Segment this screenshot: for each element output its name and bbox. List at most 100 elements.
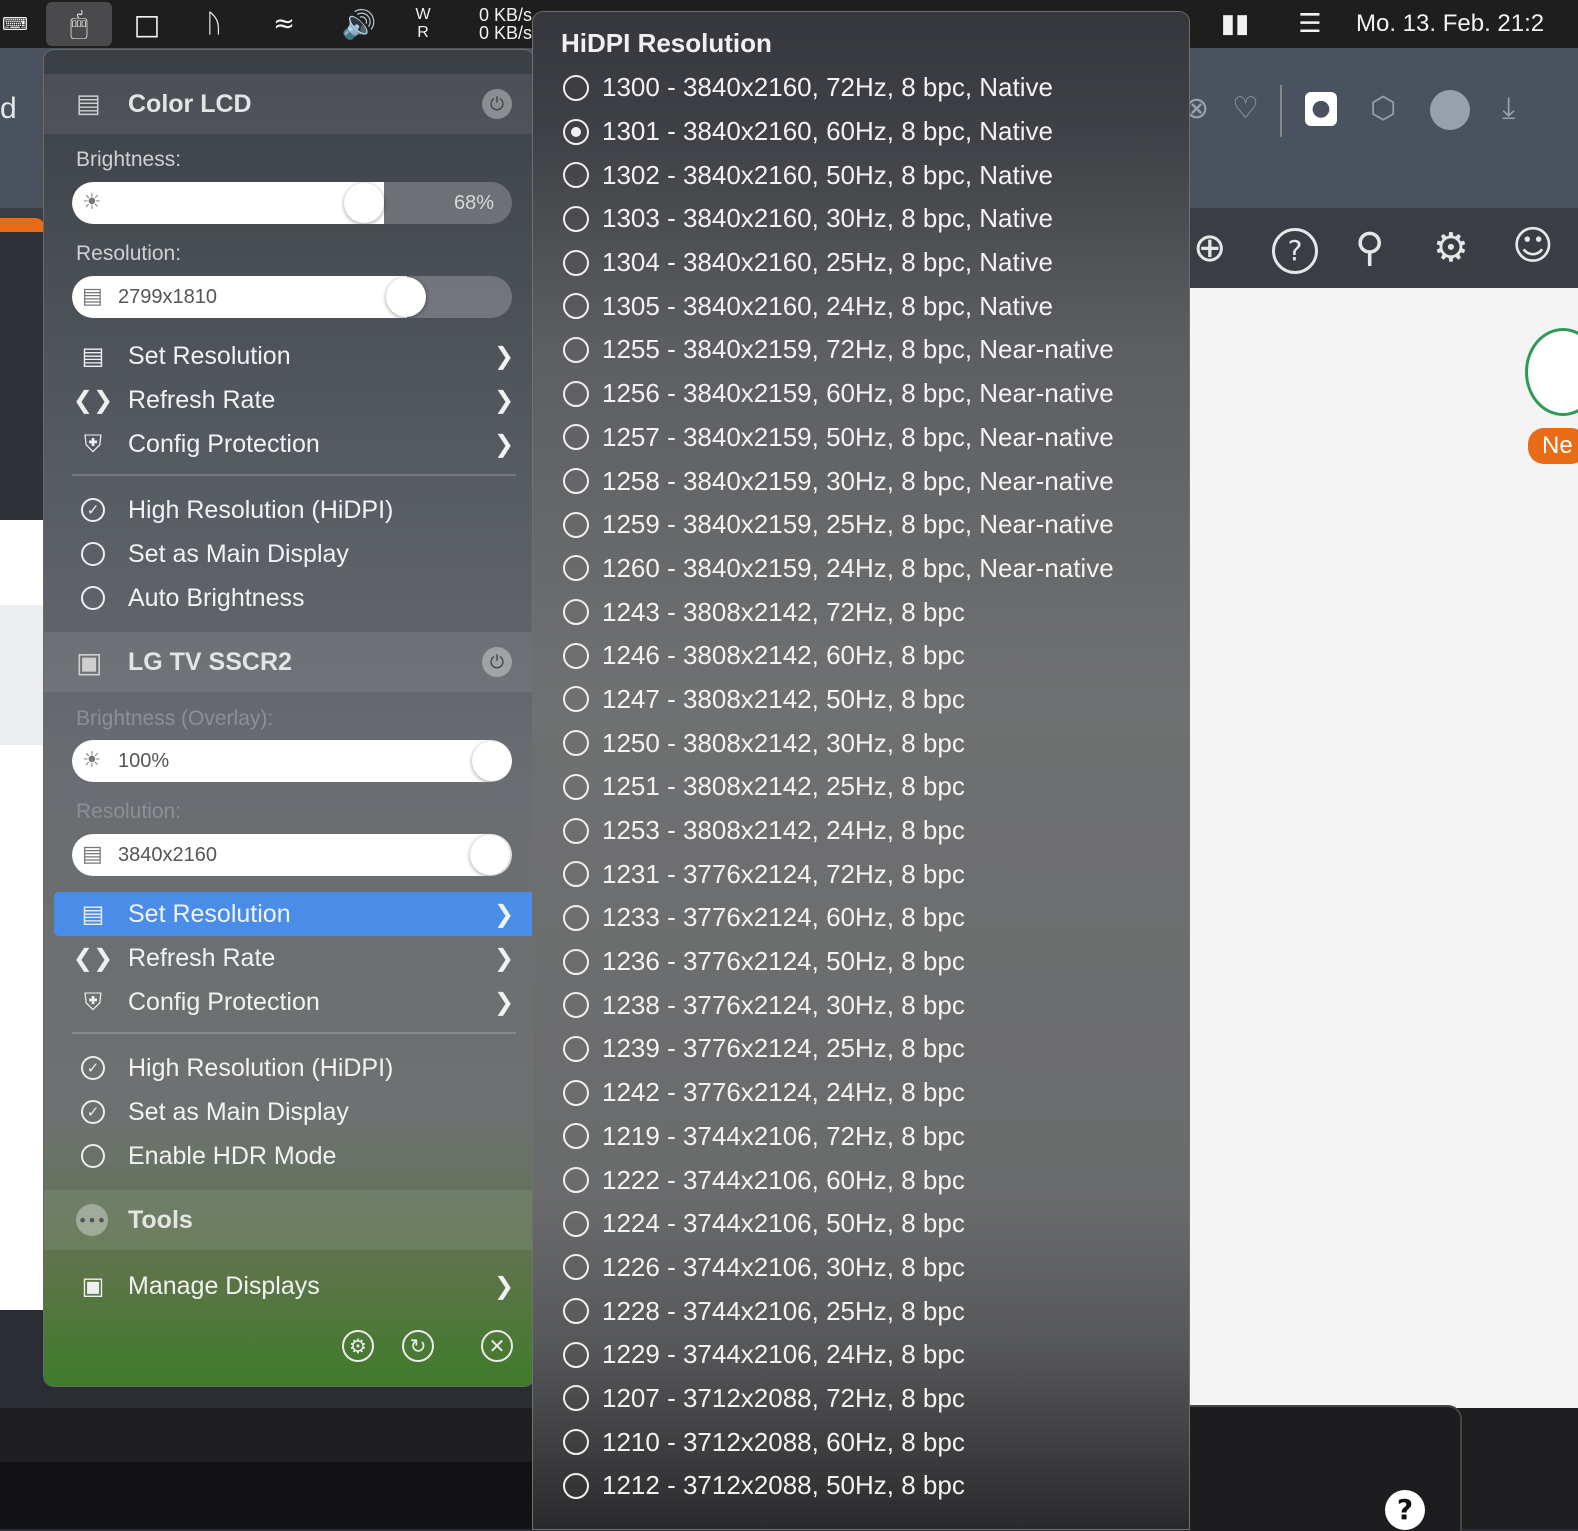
toggle-hidpi[interactable]: ✓ High Resolution (HiDPI) <box>54 1046 532 1090</box>
monitor-icon[interactable]: □ <box>124 0 170 48</box>
resolution-option[interactable]: 1233 - 3776x2124, 60Hz, 8 bpc <box>533 896 1189 940</box>
resolution-option[interactable]: 1222 - 3744x2106, 60Hz, 8 bpc <box>533 1158 1189 1202</box>
heart-icon[interactable]: ♡ <box>1232 94 1259 124</box>
resolution-option[interactable]: 1228 - 3744x2106, 25Hz, 8 bpc <box>533 1289 1189 1333</box>
resolution-option[interactable]: 1259 - 3840x2159, 25Hz, 8 bpc, Near-nati… <box>533 503 1189 547</box>
resolution-option[interactable]: 1238 - 3776x2124, 30Hz, 8 bpc <box>533 983 1189 1027</box>
resolution-option[interactable]: 1210 - 3712x2088, 60Hz, 8 bpc <box>533 1420 1189 1464</box>
help-button[interactable]: ? <box>1385 1490 1425 1530</box>
resolution-option[interactable]: 1247 - 3808x2142, 50Hz, 8 bpc <box>533 678 1189 722</box>
radio-icon <box>563 1341 589 1368</box>
quit-icon[interactable]: ✕ <box>481 1330 513 1362</box>
help-icon[interactable]: ? <box>1272 228 1318 274</box>
password-manager-icon[interactable]: ● <box>1305 92 1337 126</box>
resolution-option[interactable]: 1246 - 3808x2142, 60Hz, 8 bpc <box>533 634 1189 678</box>
resolution-option[interactable]: 1305 - 3840x2160, 24Hz, 8 bpc, Native <box>533 284 1189 328</box>
control-center-icon[interactable]: ☰ <box>1290 0 1330 48</box>
refresh-rate-item[interactable]: ❮❯ Refresh Rate ❯ <box>54 936 532 980</box>
bluetooth-icon[interactable]: ᚢ <box>196 0 232 48</box>
resolution-option[interactable]: 1243 - 3808x2142, 72Hz, 8 bpc <box>533 590 1189 634</box>
checkmark: ✓ <box>81 1100 105 1124</box>
menu-label: Refresh Rate <box>128 385 276 414</box>
resolution-option-label: 1236 - 3776x2124, 50Hz, 8 bpc <box>602 946 965 977</box>
radio-icon <box>563 686 589 713</box>
slider-knob[interactable] <box>470 835 510 875</box>
clock[interactable]: Mo. 13. Feb. 21:2 <box>1356 0 1578 48</box>
cube-icon[interactable]: ⬡ <box>1370 94 1396 124</box>
resolution-option[interactable]: 1231 - 3776x2124, 72Hz, 8 bpc <box>533 852 1189 896</box>
resolution-option[interactable]: 1236 - 3776x2124, 50Hz, 8 bpc <box>533 940 1189 984</box>
gear-icon[interactable]: ⚙ <box>1433 228 1469 268</box>
set-resolution-item[interactable]: ▤ Set Resolution ❯ <box>54 892 532 936</box>
brightness-slider[interactable]: ☀ 100% <box>72 740 512 782</box>
set-resolution-item[interactable]: ▤ Set Resolution ❯ <box>54 334 532 378</box>
volume-icon[interactable]: 🔊 <box>336 0 382 48</box>
resolution-option-label: 1300 - 3840x2160, 72Hz, 8 bpc, Native <box>602 72 1053 103</box>
laptop-icon: ▤ <box>76 89 101 119</box>
resolution-option[interactable]: 1301 - 3840x2160, 60Hz, 8 bpc, Native <box>533 110 1189 154</box>
resolution-option[interactable]: 1302 - 3840x2160, 50Hz, 8 bpc, Native <box>533 153 1189 197</box>
menu-label: Manage Displays <box>128 1271 320 1300</box>
user-icon[interactable]: ☺ <box>1512 226 1554 266</box>
resolution-option[interactable]: 1303 - 3840x2160, 30Hz, 8 bpc, Native <box>533 197 1189 241</box>
refresh-rate-item[interactable]: ❮❯ Refresh Rate ❯ <box>54 378 532 422</box>
resolution-option[interactable]: 1258 - 3840x2159, 30Hz, 8 bpc, Near-nati… <box>533 459 1189 503</box>
radio-icon <box>563 904 589 931</box>
avatar[interactable] <box>1430 90 1470 130</box>
resolution-option[interactable]: 1219 - 3744x2106, 72Hz, 8 bpc <box>533 1115 1189 1159</box>
brightness-slider[interactable]: ☀ 68% <box>72 182 512 224</box>
toggle-main-display[interactable]: ✓ Set as Main Display <box>54 1090 532 1134</box>
resolution-option[interactable]: 1253 - 3808x2142, 24Hz, 8 bpc <box>533 809 1189 853</box>
resolution-slider[interactable]: ▤ 3840x2160 <box>72 834 512 876</box>
tools-header: ••• Tools <box>44 1190 534 1250</box>
resolution-option[interactable]: 1257 - 3840x2159, 50Hz, 8 bpc, Near-nati… <box>533 416 1189 460</box>
resolution-option[interactable]: 1212 - 3712x2088, 50Hz, 8 bpc <box>533 1464 1189 1508</box>
resolution-list: 1300 - 3840x2160, 72Hz, 8 bpc, Native 130… <box>533 66 1189 1508</box>
resolution-option[interactable]: 1239 - 3776x2124, 25Hz, 8 bpc <box>533 1027 1189 1071</box>
power-icon[interactable]: ⏻ <box>482 89 512 119</box>
resolution-option-label: 1301 - 3840x2160, 60Hz, 8 bpc, Native <box>602 116 1053 147</box>
resolution-option[interactable]: 1256 - 3840x2159, 60Hz, 8 bpc, Near-nati… <box>533 372 1189 416</box>
search-icon[interactable]: ⚲ <box>1355 228 1384 268</box>
display-menu-icon[interactable]: 🖱 <box>46 2 112 46</box>
keyboard-icon[interactable]: ⌨ <box>0 0 30 48</box>
resolution-option[interactable]: 1300 - 3840x2160, 72Hz, 8 bpc, Native <box>533 66 1189 110</box>
resolution-option[interactable]: 1242 - 3776x2124, 24Hz, 8 bpc <box>533 1071 1189 1115</box>
toggle-main-display[interactable]: Set as Main Display <box>54 532 532 576</box>
resolution-option[interactable]: 1260 - 3840x2159, 24Hz, 8 bpc, Near-nati… <box>533 547 1189 591</box>
network-speed[interactable]: 0 KB/s 0 KB/s <box>468 0 532 48</box>
wifi-icon[interactable]: ≈ <box>262 0 306 48</box>
battery-icon[interactable]: ▮▮ <box>1210 0 1260 48</box>
resolution-option[interactable]: 1224 - 3744x2106, 50Hz, 8 bpc <box>533 1202 1189 1246</box>
config-protection-item[interactable]: ⛨ Config Protection ❯ <box>54 980 532 1024</box>
add-icon[interactable]: ⊕ <box>1193 228 1227 268</box>
resolution-option[interactable]: 1304 - 3840x2160, 25Hz, 8 bpc, Native <box>533 241 1189 285</box>
toggle-hidpi[interactable]: ✓ High Resolution (HiDPI) <box>54 488 532 532</box>
resolution-option[interactable]: 1229 - 3744x2106, 24Hz, 8 bpc <box>533 1333 1189 1377</box>
resolution-slider[interactable]: ▤ 2799x1810 <box>72 276 512 318</box>
new-badge[interactable]: Ne <box>1528 428 1578 464</box>
radio-icon <box>563 948 589 975</box>
slider-knob[interactable] <box>344 183 384 223</box>
slider-knob[interactable] <box>472 741 512 781</box>
config-protection-item[interactable]: ⛨ Config Protection ❯ <box>54 422 532 466</box>
download-icon[interactable]: ⤓ <box>1502 94 1515 124</box>
manage-displays-item[interactable]: ▣ Manage Displays ❯ <box>54 1264 532 1308</box>
resolution-option[interactable]: 1250 - 3808x2142, 30Hz, 8 bpc <box>533 721 1189 765</box>
resolution-option-label: 1246 - 3808x2142, 60Hz, 8 bpc <box>602 640 965 671</box>
slider-knob[interactable] <box>386 277 426 317</box>
settings-gear-icon[interactable]: ⚙ <box>342 1330 374 1362</box>
resolution-option-label: 1239 - 3776x2124, 25Hz, 8 bpc <box>602 1033 965 1064</box>
resolution-option[interactable]: 1251 - 3808x2142, 25Hz, 8 bpc <box>533 765 1189 809</box>
toggle-auto-brightness[interactable]: Auto Brightness <box>54 576 532 620</box>
chevron-right-icon: ❯ <box>494 342 515 370</box>
resolution-option[interactable]: 1255 - 3840x2159, 72Hz, 8 bpc, Near-nati… <box>533 328 1189 372</box>
resolution-option[interactable]: 1226 - 3744x2106, 30Hz, 8 bpc <box>533 1246 1189 1290</box>
resolution-option-label: 1257 - 3840x2159, 50Hz, 8 bpc, Near-nati… <box>602 421 1114 452</box>
resolution-option[interactable]: 1207 - 3712x2088, 72Hz, 8 bpc <box>533 1377 1189 1421</box>
disk-activity[interactable]: W R <box>408 0 438 48</box>
power-icon[interactable]: ⏻ <box>482 647 512 677</box>
shield-icon: ⛨ <box>84 988 102 1016</box>
toggle-hdr-mode[interactable]: Enable HDR Mode <box>54 1134 532 1178</box>
refresh-icon[interactable]: ↻ <box>402 1330 434 1362</box>
